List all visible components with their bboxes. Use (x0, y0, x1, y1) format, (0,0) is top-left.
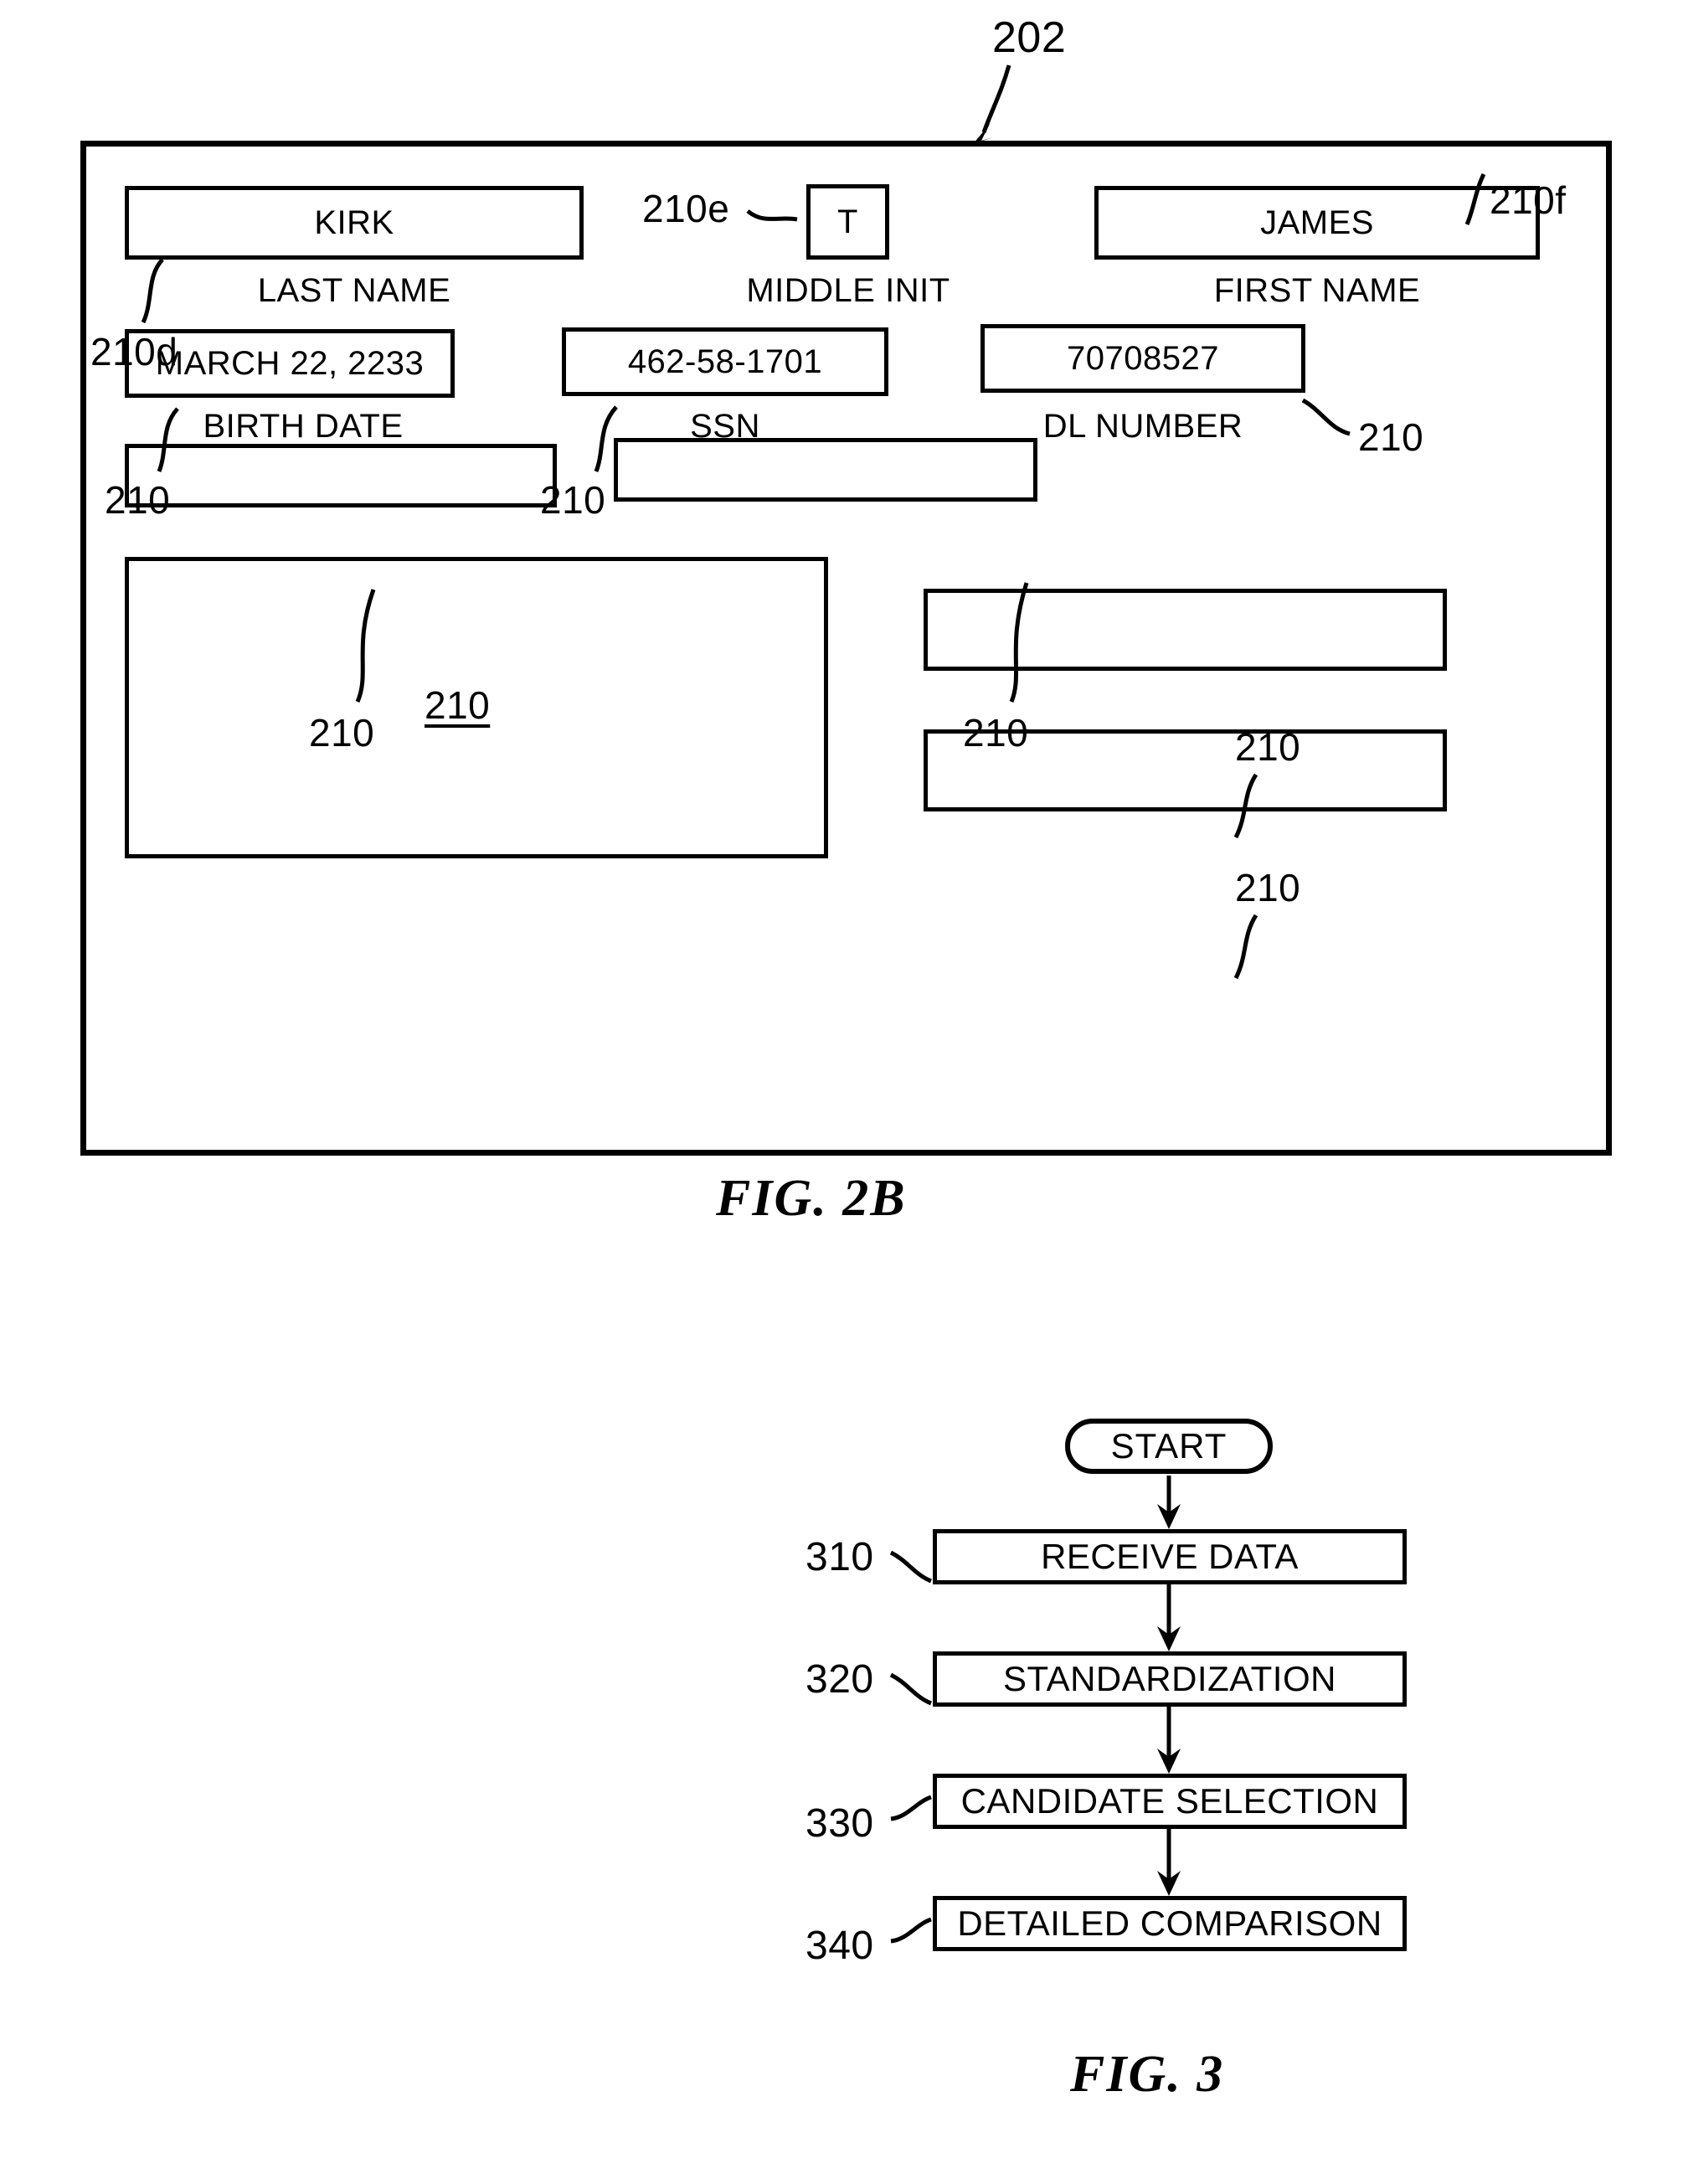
birth-date-reference-label: 210 (105, 478, 171, 522)
id-document-frame: KIRK LAST NAME T MIDDLE INIT JAMES FIRST… (80, 141, 1612, 1156)
first-name-reference-label: 210f (1490, 178, 1567, 222)
photo-panel-reference-label: 210 (425, 683, 491, 727)
flow-start-terminal[interactable]: START (1065, 1419, 1273, 1474)
blank-field-1-reference-label: 210 (309, 711, 375, 755)
figure-3-caption: FIG. 3 (1070, 2046, 1225, 2103)
flow-step-320-reference-label: 320 (805, 1657, 874, 1702)
last-name-label: LAST NAME (257, 272, 451, 309)
flow-step-340-reference-label: 340 (805, 1924, 874, 1968)
last-name-field[interactable]: KIRK (125, 186, 584, 260)
flow-step-candidate-selection[interactable]: CANDIDATE SELECTION (933, 1774, 1407, 1829)
last-name-reference-label: 210d (90, 330, 178, 373)
blank-field-3-reference-label: 210 (1235, 725, 1301, 769)
first-name-field[interactable]: JAMES (1094, 186, 1540, 260)
middle-initial-label: MIDDLE INIT (746, 272, 950, 309)
flow-step-receive-data[interactable]: RECEIVE DATA (933, 1529, 1407, 1584)
blank-field-1[interactable] (125, 444, 557, 507)
blank-field-4-reference-label: 210 (1235, 866, 1301, 909)
blank-field-3[interactable] (924, 589, 1447, 671)
dl-number-field[interactable]: 70708527 (980, 324, 1305, 393)
flow-step-330-reference-label: 330 (805, 1801, 874, 1846)
blank-field-2[interactable] (614, 438, 1037, 502)
middle-initial-field[interactable]: T (806, 184, 889, 260)
flow-step-detailed-comparison[interactable]: DETAILED COMPARISON (933, 1896, 1407, 1951)
ssn-reference-label: 210 (540, 478, 606, 522)
ssn-field[interactable]: 462-58-1701 (562, 327, 888, 396)
flow-step-standardization[interactable]: STANDARDIZATION (933, 1651, 1407, 1707)
figure-2b-caption: FIG. 2B (716, 1170, 907, 1227)
flow-step-310-reference-label: 310 (805, 1535, 874, 1579)
middle-initial-reference-label: 210e (642, 187, 730, 230)
figure-2b-frame-reference-label: 202 (992, 13, 1067, 62)
birth-date-label: BIRTH DATE (203, 408, 404, 445)
blank-field-2-reference-label: 210 (963, 711, 1029, 755)
first-name-label: FIRST NAME (1213, 272, 1421, 309)
dl-number-reference-label: 210 (1358, 415, 1424, 459)
